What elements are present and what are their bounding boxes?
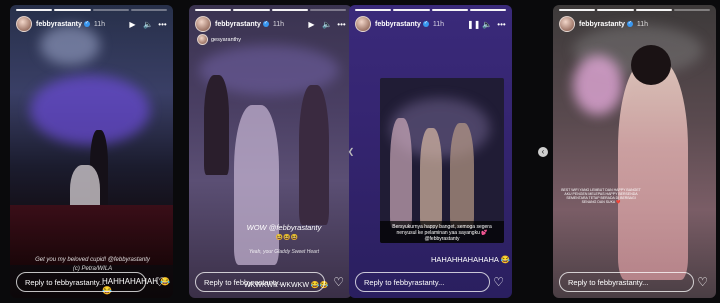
more-icon[interactable]: ••• xyxy=(337,20,346,29)
more-icon[interactable]: ••• xyxy=(497,20,506,29)
avatar[interactable] xyxy=(195,16,211,32)
story-caption: WOW @febbyrastanty xyxy=(246,223,322,232)
story-header: febbyrastanty 11h xyxy=(559,15,710,33)
stage-light xyxy=(30,75,150,145)
timestamp: 11h xyxy=(636,20,649,28)
story-header: febbyrastanty 11h ❚❚ 🔈 ••• xyxy=(355,15,506,33)
guest-figure xyxy=(450,123,474,228)
story-card-2[interactable]: febbyrastanty 11h ▶ 🔈 ••• gesyaranthy WO… xyxy=(189,5,352,298)
avatar[interactable] xyxy=(559,16,575,32)
reply-input[interactable]: Reply to febbyrastanty... xyxy=(16,272,146,292)
chevron-left-icon[interactable]: ❮ xyxy=(346,147,356,157)
volume-icon[interactable]: 🔈 xyxy=(322,20,332,29)
more-icon[interactable]: ••• xyxy=(158,20,167,29)
story-progress xyxy=(16,9,167,11)
pause-icon[interactable]: ▶ xyxy=(307,20,316,29)
guest-figure xyxy=(204,75,229,175)
heart-icon[interactable]: ♡ xyxy=(697,275,708,289)
username[interactable]: febbyrastanty xyxy=(579,21,625,28)
verified-icon xyxy=(83,20,90,27)
story-header: febbyrastanty 11h ▶ 🔈 ••• xyxy=(195,15,346,33)
timestamp: 11h xyxy=(93,20,106,28)
reply-input[interactable]: Reply to febbyrastanty... xyxy=(559,272,694,292)
heart-icon[interactable]: ♡ xyxy=(154,275,165,289)
pause-icon[interactable]: ❚❚ xyxy=(467,20,480,29)
stage-floor xyxy=(10,205,173,265)
chevron-left-icon[interactable]: ‹ xyxy=(538,147,548,157)
verified-icon xyxy=(626,20,633,27)
reposted-username: gesyaranthy xyxy=(211,36,241,43)
small-caption: BEST WIFI YANG LEMBUT DAN HAPPY BANGET A… xyxy=(561,188,641,204)
story-card-1[interactable]: febbyrastanty 11h ▶ 🔈 ••• Get you my bel… xyxy=(10,5,173,298)
username[interactable]: febbyrastanty xyxy=(36,21,82,28)
heart-icon[interactable]: ♡ xyxy=(333,275,344,289)
story-header: febbyrastanty 11h ▶ 🔈 ••• xyxy=(16,15,167,33)
story-overlay-text: HAHAHHAHAHAHA 😂 xyxy=(431,255,510,264)
bride-figure xyxy=(234,105,279,265)
volume-icon[interactable]: 🔈 xyxy=(482,20,492,29)
story-caption-credit: Yeah, your Gladdy Sweet Heart xyxy=(248,249,320,255)
story-progress xyxy=(559,9,710,11)
timestamp: 11h xyxy=(432,20,445,28)
story-card-4[interactable]: febbyrastanty 11h BEST WIFI YANG LEMBUT … xyxy=(553,5,716,298)
avatar[interactable] xyxy=(16,16,32,32)
guest-figure xyxy=(390,118,412,228)
story-card-3[interactable]: febbyrastanty 11h ❚❚ 🔈 ••• Bersyukurnya … xyxy=(349,5,512,298)
reposted-media: Bersyukurnya happy banget, semoga segera… xyxy=(380,78,504,243)
verified-icon xyxy=(262,20,269,27)
inner-caption: Bersyukurnya happy banget, semoga segera… xyxy=(392,224,492,242)
reply-input[interactable]: Reply to febbyrastanty... xyxy=(355,272,490,292)
volume-icon[interactable]: 🔈 xyxy=(143,20,153,29)
timestamp: 11h xyxy=(272,20,285,28)
story-caption: Get you my beloved cupid! @febbyrastanty xyxy=(35,257,150,263)
username[interactable]: febbyrastanty xyxy=(215,21,261,28)
avatar[interactable] xyxy=(355,16,371,32)
play-icon[interactable]: ▶ xyxy=(128,20,137,29)
guest-figure xyxy=(299,85,329,225)
heart-icon[interactable]: ♡ xyxy=(493,275,504,289)
hair xyxy=(631,45,671,85)
guest-figure xyxy=(420,128,442,228)
repost-attribution: gesyaranthy xyxy=(197,34,241,45)
username[interactable]: febbyrastanty xyxy=(375,21,421,28)
bouquet xyxy=(573,55,623,115)
bride-figure xyxy=(618,60,688,280)
story-progress xyxy=(355,9,506,11)
caption-bar: Bersyukurnya happy banget, semoga segera… xyxy=(380,221,504,243)
story-progress xyxy=(195,9,346,11)
avatar xyxy=(197,34,208,45)
verified-icon xyxy=(422,20,429,27)
reply-input[interactable]: Reply to febbyrastanty... xyxy=(195,272,325,292)
emoji-line: 😆😆😆 xyxy=(275,235,299,241)
